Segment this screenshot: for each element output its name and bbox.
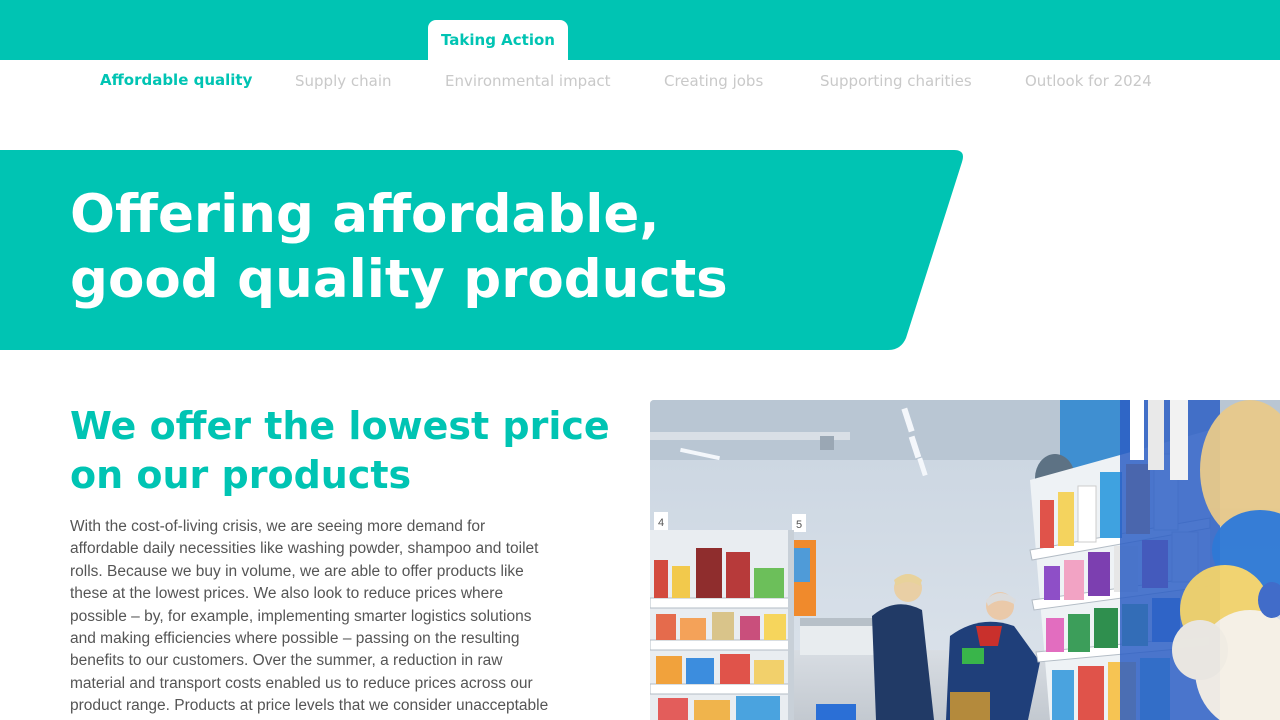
body-line: these at the lowest prices. We also look… bbox=[70, 585, 504, 603]
body-line: and making efficiencies where possible –… bbox=[70, 630, 520, 648]
section-heading-line-2: on our products bbox=[70, 453, 412, 497]
section-nav-item-supply-chain[interactable]: Supply chain bbox=[295, 72, 392, 90]
section-nav-item-environmental-impact[interactable]: Environmental impact bbox=[445, 72, 611, 90]
top-bar: Taking Action bbox=[0, 0, 1280, 60]
hero-banner: Offering affordable, good quality produc… bbox=[0, 150, 1280, 350]
section-heading: We offer the lowest price on our product… bbox=[70, 402, 630, 500]
body-line: benefits to our customers. Over the summ… bbox=[70, 652, 503, 670]
body-line: With the cost-of-living crisis, we are s… bbox=[70, 518, 486, 535]
tab-taking-action[interactable]: Taking Action bbox=[428, 20, 568, 60]
section-nav-item-affordable-quality[interactable]: Affordable quality bbox=[100, 71, 252, 89]
body-line: material and transport costs enabled us … bbox=[70, 674, 533, 692]
aisle-sign-5: 5 bbox=[796, 519, 802, 531]
section-nav-item-outlook-2024[interactable]: Outlook for 2024 bbox=[1025, 72, 1152, 90]
hero-title: Offering affordable, good quality produc… bbox=[70, 182, 890, 312]
hero-title-line-2: good quality products bbox=[70, 249, 728, 310]
body-line: affordable daily necessities like washin… bbox=[70, 540, 539, 558]
body-line: possible – by, for example, implementing… bbox=[70, 607, 532, 625]
aisle-sign-4: 4 bbox=[658, 517, 664, 529]
body-line: product range. Products at price levels … bbox=[70, 697, 549, 715]
section-nav-item-supporting-charities[interactable]: Supporting charities bbox=[820, 72, 972, 90]
section-nav: Affordable quality Supply chain Environm… bbox=[0, 60, 1280, 104]
section-nav-item-creating-jobs[interactable]: Creating jobs bbox=[664, 72, 763, 90]
body-line: rolls. Because we buy in volume, we are … bbox=[70, 562, 524, 580]
hero-title-line-1: Offering affordable, bbox=[70, 184, 660, 245]
section-body-text: With the cost-of-living crisis, we are s… bbox=[70, 516, 590, 718]
store-aisle-photo: 4 5 bbox=[650, 400, 1280, 720]
section-heading-line-1: We offer the lowest price bbox=[70, 404, 610, 448]
store-aisle-illustration: 4 5 bbox=[650, 400, 1280, 720]
